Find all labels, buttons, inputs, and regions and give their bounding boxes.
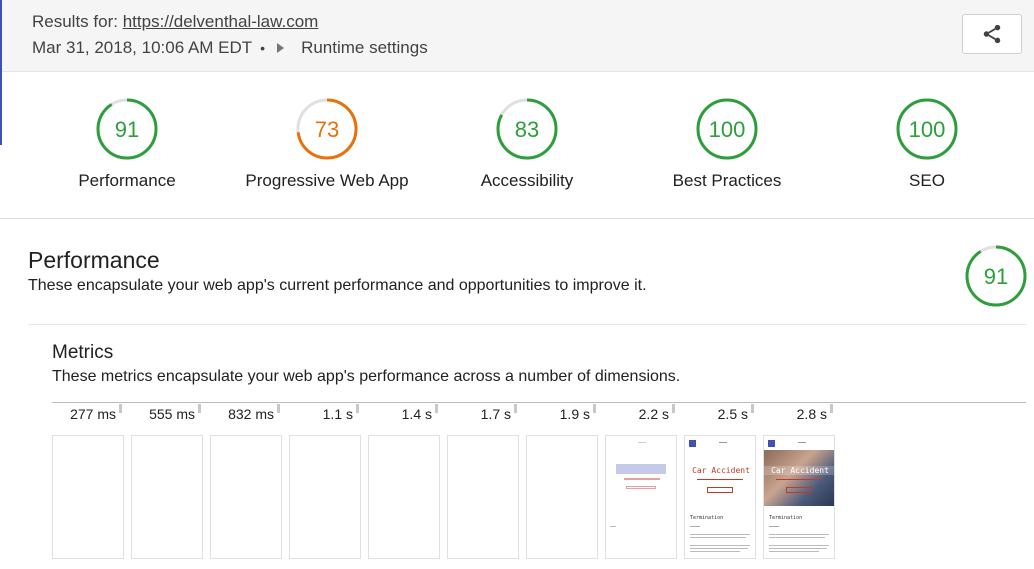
gauge-ring: 100 <box>896 98 958 160</box>
share-button[interactable] <box>962 14 1022 54</box>
tick-mark <box>277 404 280 413</box>
filmstrip-time-label: 555 ms <box>131 404 201 422</box>
gauge-best-practices[interactable]: 100 Best Practices <box>627 97 827 191</box>
gauge-accessibility[interactable]: 83 Accessibility <box>427 97 627 191</box>
filmstrip-time-label: 1.9 s <box>526 404 596 422</box>
filmstrip-frame <box>131 435 203 559</box>
report-timestamp: Mar 31, 2018, 10:06 AM EDT <box>32 38 253 57</box>
gauge-label: Best Practices <box>672 171 782 190</box>
report-meta-line: Mar 31, 2018, 10:06 AM EDT • Runtime set… <box>32 38 428 58</box>
gauge-ring: 73 <box>296 98 358 160</box>
filmstrip-time-label: 1.1 s <box>289 404 359 422</box>
filmstrip-time-label: 1.4 s <box>368 404 438 422</box>
filmstrip-frame <box>368 435 440 559</box>
section-divider <box>28 324 1026 325</box>
filmstrip-frame <box>289 435 361 559</box>
filmstrip-frame <box>526 435 598 559</box>
gauge-ring: 100 <box>696 98 758 160</box>
share-icon <box>983 24 1001 44</box>
frame-subheading: Termination <box>769 515 803 521</box>
tick-mark <box>830 404 833 413</box>
results-prefix: Results for: <box>32 12 118 31</box>
gauge-score: 73 <box>315 117 339 142</box>
gauge-score: 83 <box>515 117 539 142</box>
section-title: Performance <box>28 247 160 273</box>
frame-heading: Car Accident <box>685 466 755 475</box>
gauge-ring: 83 <box>496 98 558 160</box>
filmstrip-time-label: 1.7 s <box>447 404 517 422</box>
category-gauges: 91 Performance 73 Progressive Web App 83… <box>0 73 1034 219</box>
frame-subheading: Termination <box>690 515 724 521</box>
gauge-pwa[interactable]: 73 Progressive Web App <box>227 97 427 191</box>
filmstrip-time-label: 832 ms <box>210 404 280 422</box>
metrics-title: Metrics <box>52 342 114 363</box>
results-for-line: Results for: https://delventhal-law.com <box>32 12 318 32</box>
filmstrip-time-label: 2.2 s <box>605 404 675 422</box>
expand-triangle-icon[interactable] <box>277 43 285 53</box>
filmstrip-frame <box>605 435 677 559</box>
tick-mark <box>672 404 675 413</box>
filmstrip-timeline <box>52 402 1026 403</box>
runtime-settings-toggle[interactable]: Runtime settings <box>301 38 428 58</box>
report-header: Results for: https://delventhal-law.com … <box>0 0 1034 72</box>
gauge-score: 91 <box>984 264 1008 289</box>
tick-mark <box>119 404 122 413</box>
gauge-score: 100 <box>709 117 746 142</box>
performance-score-gauge: 91 <box>964 244 1028 313</box>
filmstrip-frame <box>52 435 124 559</box>
section-description: These encapsulate your web app's current… <box>28 277 647 294</box>
gauge-score: 91 <box>115 117 139 142</box>
gauge-score: 100 <box>909 117 946 142</box>
gauge-label: Progressive Web App <box>245 171 409 190</box>
tick-mark <box>198 404 201 413</box>
tick-mark <box>514 404 517 413</box>
gauge-label: Accessibility <box>480 171 574 190</box>
gauge-performance[interactable]: 91 Performance <box>27 97 227 191</box>
gauge-label: SEO <box>909 171 945 190</box>
gauge-ring: 91 <box>965 245 1027 307</box>
filmstrip-frame <box>210 435 282 559</box>
metrics-description: These metrics encapsulate your web app's… <box>52 368 681 385</box>
gauge-ring: 91 <box>96 98 158 160</box>
filmstrip-time-label: 2.8 s <box>763 404 833 422</box>
tick-mark <box>356 404 359 413</box>
filmstrip-frame <box>447 435 519 559</box>
frame-heading: Car Accident <box>764 466 834 475</box>
filmstrip-time-label: 2.5 s <box>684 404 754 422</box>
filmstrip-frame: Car Accident Termination <box>684 435 756 559</box>
tick-mark <box>751 404 754 413</box>
tick-mark <box>593 404 596 413</box>
gauge-seo[interactable]: 100 SEO <box>827 97 1027 191</box>
results-url-link[interactable]: https://delventhal-law.com <box>123 12 319 31</box>
tick-mark <box>435 404 438 413</box>
gauge-label: Performance <box>78 171 176 190</box>
filmstrip-frame: Car Accident Termination <box>763 435 835 559</box>
separator-bullet: • <box>260 40 266 56</box>
filmstrip-time-label: 277 ms <box>52 404 122 422</box>
